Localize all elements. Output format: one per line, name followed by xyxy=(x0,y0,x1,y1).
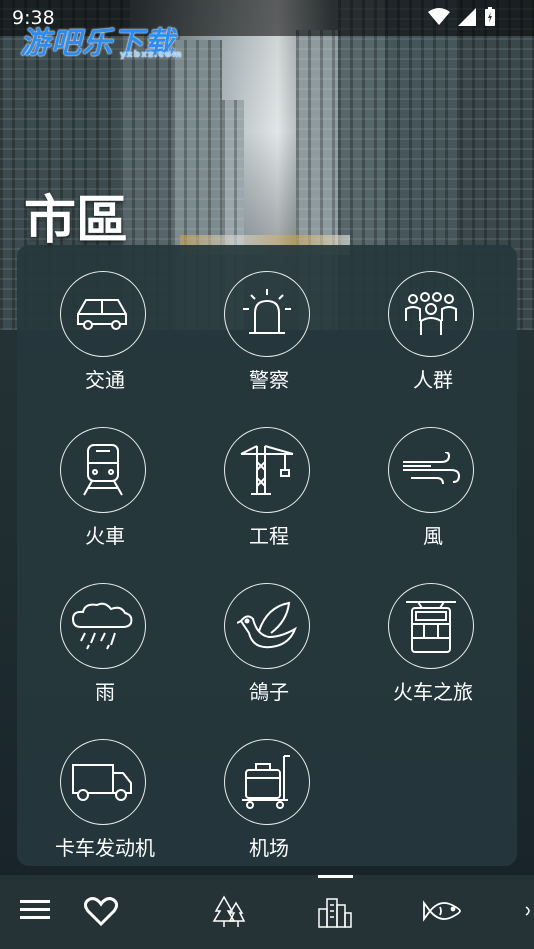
forest-icon[interactable] xyxy=(212,893,246,929)
sound-grid-panel: 交通 警察 人群 火車 工程 風 雨 鴿子 火车之旅 卡车发动机 机场 xyxy=(17,245,517,866)
sound-tile-wind[interactable]: 風 xyxy=(348,401,512,551)
heart-icon[interactable] xyxy=(84,897,118,927)
sound-label: 工程 xyxy=(249,524,289,548)
signal-icon xyxy=(458,8,476,26)
menu-icon[interactable] xyxy=(20,899,50,921)
battery-icon xyxy=(484,7,496,27)
bottom-nav xyxy=(0,875,534,949)
sound-label: 鴿子 xyxy=(249,680,289,704)
pigeon-icon xyxy=(224,583,310,669)
crane-icon xyxy=(224,427,310,513)
sound-tile-crowd[interactable]: 人群 xyxy=(348,245,512,395)
sound-label: 交通 xyxy=(85,368,125,392)
sound-tile-train[interactable]: 火車 xyxy=(20,401,184,551)
sound-tile-train-journey[interactable]: 火车之旅 xyxy=(348,557,512,707)
sound-tile-pigeon[interactable]: 鴿子 xyxy=(184,557,348,707)
sound-label: 人群 xyxy=(413,368,453,392)
page-title: 市區 xyxy=(24,190,129,251)
siren-icon xyxy=(224,271,310,357)
sound-label: 風 xyxy=(423,524,443,548)
sound-tile-airport[interactable]: 机场 xyxy=(184,713,348,863)
luggage-cart-icon xyxy=(224,739,310,825)
train-journey-icon xyxy=(388,583,474,669)
watermark-url: yxbxz.com xyxy=(120,50,183,60)
truck-icon xyxy=(60,739,146,825)
wind-icon xyxy=(388,427,474,513)
city-icon[interactable] xyxy=(317,895,353,929)
sound-tile-police[interactable]: 警察 xyxy=(184,245,348,395)
rain-cloud-icon xyxy=(60,583,146,669)
sound-label: 雨 xyxy=(95,680,115,704)
sound-tile-construction[interactable]: 工程 xyxy=(184,401,348,551)
car-icon xyxy=(60,271,146,357)
sound-tile-rain[interactable]: 雨 xyxy=(20,557,184,707)
sound-label: 卡车发动机 xyxy=(55,836,155,860)
sound-label: 火车之旅 xyxy=(393,680,473,704)
active-tab-indicator xyxy=(318,875,353,878)
crowd-icon xyxy=(388,271,474,357)
sound-label: 机场 xyxy=(249,836,289,860)
sound-label: 火車 xyxy=(85,524,125,548)
sound-label: 警察 xyxy=(249,368,289,392)
sound-tile-traffic[interactable]: 交通 xyxy=(20,245,184,395)
watermark-logo: 游吧乐下载 yxbxz.com xyxy=(20,18,181,62)
sound-tile-truck-engine[interactable]: 卡车发动机 xyxy=(20,713,184,863)
more-tab-partial[interactable] xyxy=(524,901,534,921)
fish-icon[interactable] xyxy=(422,897,462,925)
train-icon xyxy=(60,427,146,513)
wifi-icon xyxy=(428,8,450,26)
